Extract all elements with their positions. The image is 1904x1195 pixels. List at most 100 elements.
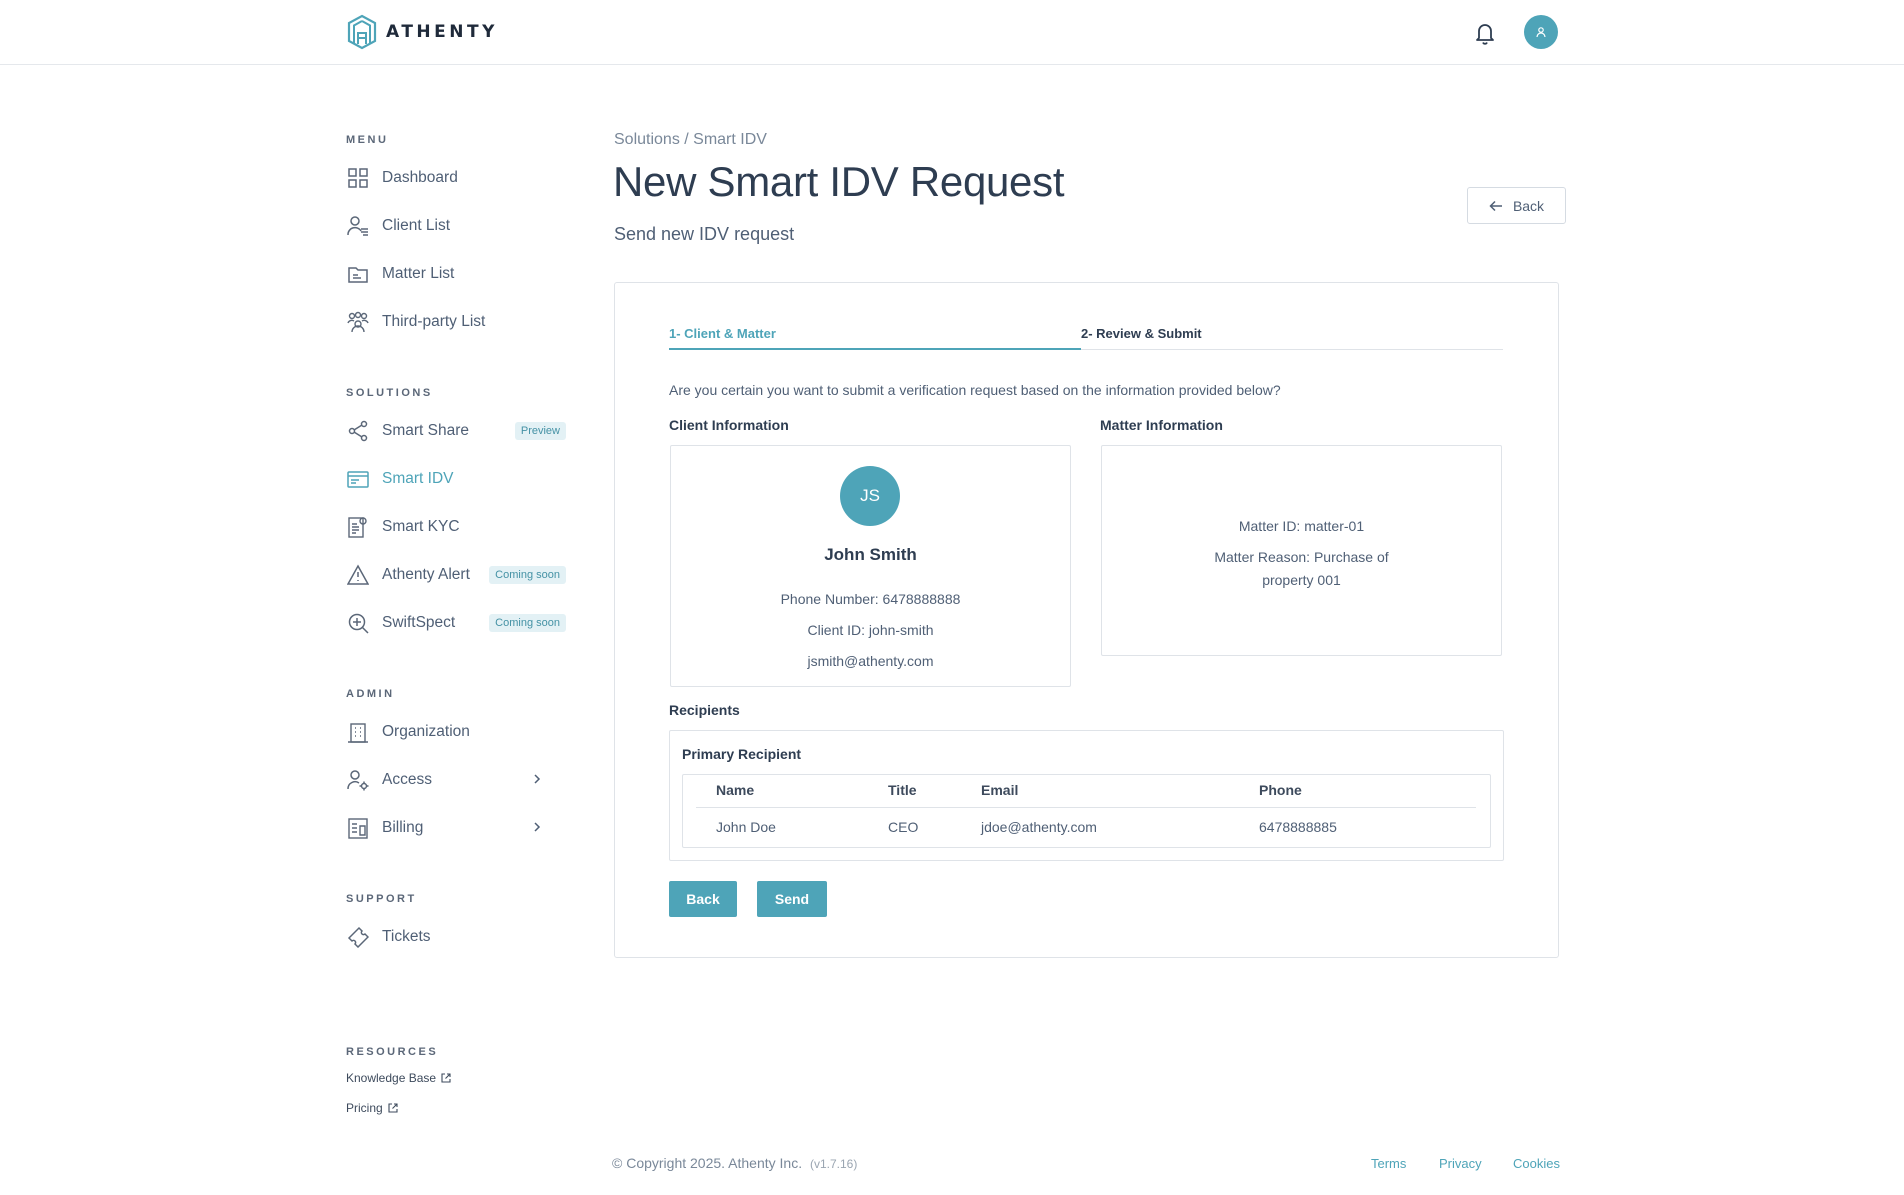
sidebar-item-smart-kyc[interactable]: Smart KYC <box>346 511 566 543</box>
sidebar-item-access[interactable]: Access <box>346 764 566 796</box>
sidebar-item-label: Organization <box>382 723 470 740</box>
sidebar-item-smart-idv[interactable]: Smart IDV <box>346 463 566 495</box>
col-email-header: Email <box>961 774 1239 808</box>
kyc-document-icon <box>346 515 370 539</box>
back-button-top[interactable]: Back <box>1467 187 1566 224</box>
knowledge-base-label: Knowledge Base <box>346 1071 437 1085</box>
sidebar-item-athenty-alert[interactable]: Athenty Alert Coming soon <box>346 559 566 591</box>
col-name-header: Name <box>696 774 868 808</box>
back-label: Back <box>1512 197 1545 214</box>
athenty-logo-icon <box>347 14 377 50</box>
sidebar-item-label: Client List <box>382 217 451 234</box>
primary-recipient-heading: Primary Recipient <box>682 746 802 762</box>
recipient-email: jdoe@athenty.com <box>981 819 1097 836</box>
client-name: John Smith <box>824 545 917 564</box>
sidebar-item-dashboard[interactable]: Dashboard <box>346 162 566 194</box>
client-email: jsmith@athenty.com <box>807 653 934 669</box>
external-link-icon <box>441 1073 451 1083</box>
send-button[interactable]: Send <box>757 881 827 917</box>
recipient-table: Name Title Email Phone John Doe CEO jdoe… <box>696 774 1476 847</box>
search-plus-icon <box>346 611 370 635</box>
user-settings-icon <box>346 768 370 792</box>
client-phone: Phone Number: 6478888888 <box>780 591 961 607</box>
matter-info-heading: Matter Information <box>1100 417 1223 433</box>
col-phone-header: Phone <box>1239 774 1476 808</box>
chevron-right-icon <box>534 822 541 832</box>
menu-section-title: MENU <box>346 134 389 146</box>
logo[interactable]: ATHENTY <box>346 14 498 50</box>
sidebar-item-smart-share[interactable]: Smart Share Preview <box>346 415 566 447</box>
sidebar-item-billing[interactable]: Billing <box>346 812 566 844</box>
ticket-icon <box>346 925 370 949</box>
sidebar-item-label: Smart Share <box>382 422 470 439</box>
group-icon <box>346 310 370 334</box>
col-title-header: Title <box>868 774 961 808</box>
sidebar-item-client-list[interactable]: Client List <box>346 210 566 242</box>
folder-icon <box>346 262 370 286</box>
sidebar-item-third-party-list[interactable]: Third-party List <box>346 306 566 338</box>
recipient-phone: 6478888885 <box>1259 819 1337 836</box>
table-row: John Doe CEO jdoe@athenty.com 6478888885 <box>696 807 1476 847</box>
solutions-section-title: SOLUTIONS <box>346 387 433 399</box>
sidebar-item-tickets[interactable]: Tickets <box>346 921 566 953</box>
user-icon <box>1536 27 1546 38</box>
sidebar-item-swiftspect[interactable]: SwiftSpect Coming soon <box>346 607 566 639</box>
admin-section-title: ADMIN <box>346 688 395 700</box>
page-title: New Smart IDV Request <box>613 158 1065 205</box>
sidebar-item-label: Matter List <box>382 265 455 282</box>
sidebar-item-organization[interactable]: Organization <box>346 716 566 748</box>
arrow-left-icon <box>1489 200 1502 211</box>
warning-icon <box>346 563 370 587</box>
step-review-submit[interactable]: 2- Review & Submit <box>1081 326 1202 341</box>
share-icon <box>346 419 370 443</box>
pricing-link[interactable]: Pricing <box>346 1101 398 1115</box>
chevron-right-icon <box>534 774 541 784</box>
sidebar-item-label: Billing <box>382 819 424 836</box>
sidebar-item-matter-list[interactable]: Matter List <box>346 258 566 290</box>
table-header-row: Name Title Email Phone <box>696 774 1476 808</box>
sidebar-item-label: Smart KYC <box>382 518 460 535</box>
pricing-label: Pricing <box>346 1101 383 1115</box>
sidebar-item-label: SwiftSpect <box>382 614 456 631</box>
recipients-heading: Recipients <box>669 702 740 718</box>
terms-link[interactable]: Terms <box>1371 1156 1406 1171</box>
coming-soon-badge: Coming soon <box>489 566 566 584</box>
notification-bell-icon[interactable] <box>1474 21 1496 45</box>
building-icon <box>346 720 370 744</box>
billing-icon <box>346 816 370 840</box>
footer-copyright: © Copyright 2025. Athenty Inc. (v1.7.16) <box>612 1155 857 1171</box>
matter-id: Matter ID: matter-01 <box>1238 518 1365 534</box>
client-id: Client ID: john-smith <box>807 622 934 638</box>
sidebar-item-label: Smart IDV <box>382 470 454 487</box>
user-avatar[interactable] <box>1524 15 1558 49</box>
copyright-text: © Copyright 2025. Athenty Inc. <box>612 1155 803 1171</box>
top-bar: ATHENTY <box>0 0 1904 65</box>
cookies-link[interactable]: Cookies <box>1513 1156 1560 1171</box>
resources-section-title: RESOURCES <box>346 1046 439 1058</box>
sidebar-item-label: Access <box>382 771 432 788</box>
privacy-link[interactable]: Privacy <box>1439 1156 1482 1171</box>
dashboard-icon <box>346 166 370 190</box>
matter-reason: Matter Reason: Purchase of <box>1214 549 1389 565</box>
recipient-title: CEO <box>888 819 919 836</box>
breadcrumb: Solutions / Smart IDV <box>614 131 767 148</box>
step-client-matter[interactable]: 1- Client & Matter <box>669 326 776 341</box>
sidebar-item-label: Third-party List <box>382 313 486 330</box>
client-list-icon <box>346 214 370 238</box>
id-card-icon <box>346 467 370 491</box>
knowledge-base-link[interactable]: Knowledge Base <box>346 1071 451 1085</box>
version-text: (v1.7.16) <box>809 1157 858 1171</box>
coming-soon-badge: Coming soon <box>489 614 566 632</box>
client-info-heading: Client Information <box>669 417 789 433</box>
matter-reason-continued: property 001 <box>1262 572 1341 588</box>
sidebar-item-label: Dashboard <box>382 169 458 186</box>
sidebar-item-label: Athenty Alert <box>382 566 470 583</box>
page-subtitle: Send new IDV request <box>614 224 795 244</box>
confirmation-question: Are you certain you want to submit a ver… <box>669 382 1281 398</box>
external-link-icon <box>388 1103 398 1113</box>
stepper-active-indicator <box>669 348 1081 350</box>
back-button[interactable]: Back <box>669 881 737 917</box>
recipient-name: John Doe <box>716 819 776 836</box>
sidebar-item-label: Tickets <box>382 928 431 945</box>
preview-badge: Preview <box>514 422 566 440</box>
